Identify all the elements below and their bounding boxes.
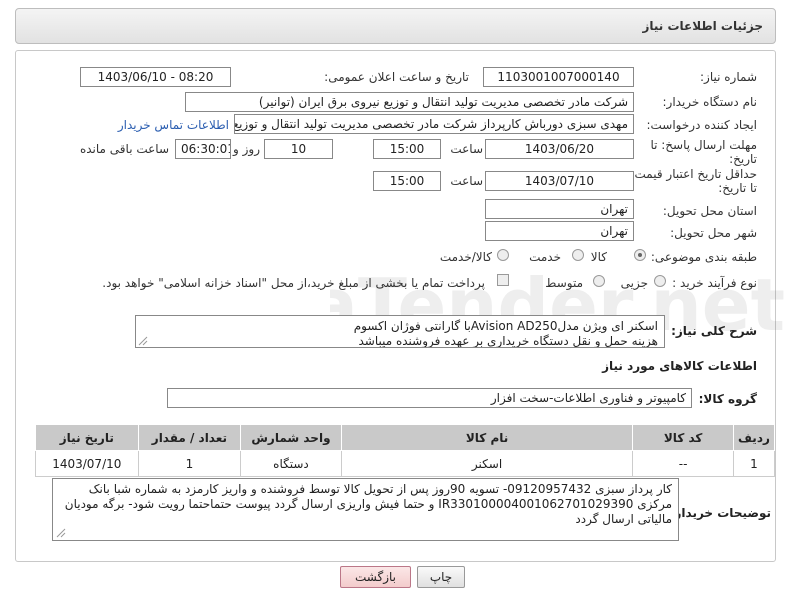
price-validity-label: حداقل تاریخ اعتبار قیمت: تا تاریخ: (630, 167, 757, 195)
goods-info-title: اطلاعات کالاهای مورد نیاز (602, 359, 757, 373)
category-radio-goods-service[interactable] (497, 249, 509, 261)
col-header-quantity: تعداد / مقدار (137, 424, 242, 451)
process-label: نوع فرآیند خرید : (672, 276, 757, 290)
col-header-row-number: ردیف (732, 424, 776, 451)
remaining-field[interactable]: 06:30:01 (175, 139, 231, 159)
col-header-code: کد کالا (632, 424, 734, 451)
need-number-label: شماره نیاز: (700, 70, 757, 84)
summary-label: شرح کلی نیاز: (671, 324, 757, 338)
need-number-field[interactable]: 1103001007000140 (483, 67, 634, 87)
category-option-service: خدمت (529, 250, 561, 264)
buyer-field[interactable]: شرکت مادر تخصصی مدیریت تولید انتقال و تو… (185, 92, 634, 112)
cell-name: اسکنر (340, 450, 634, 477)
city-field[interactable]: تهران (485, 221, 634, 241)
items-table: ردیف کد کالا نام کالا واحد شمارش تعداد /… (35, 424, 776, 477)
summary-textarea[interactable]: اسکنر ای ویژن مدلAvision AD250با گارانتی… (135, 315, 665, 348)
reply-time-field[interactable]: 15:00 (373, 139, 441, 159)
category-label: طبقه بندی موضوعی: (650, 250, 757, 264)
cell-code: -- (632, 450, 734, 477)
col-header-name: نام کالا (340, 424, 634, 451)
province-label: استان محل تحویل: (662, 204, 757, 218)
cell-date: 1403/07/10 (35, 450, 139, 477)
col-header-unit: واحد شمارش (240, 424, 342, 451)
notes-resize-handle-icon[interactable] (56, 528, 66, 538)
price-validity-date-field[interactable]: 1403/07/10 (485, 171, 634, 191)
resize-handle-icon[interactable] (138, 336, 148, 346)
days-label: روز و (233, 142, 260, 156)
announce-field[interactable]: 1403/06/10 - 08:20 (80, 67, 231, 87)
process-radio-medium[interactable] (593, 275, 605, 287)
process-option-minor: جزیی (620, 276, 648, 290)
goods-group-field[interactable]: کامپیوتر و فناوری اطلاعات-سخت افزار (167, 388, 692, 408)
treasury-checkbox[interactable] (497, 274, 509, 286)
buyer-notes-label: توضیحات خریدار: (669, 506, 771, 520)
treasury-note: پرداخت تمام یا بخشی از مبلغ خرید،از محل … (102, 276, 485, 290)
buyer-label: نام دستگاه خریدار: (662, 95, 758, 109)
process-radio-minor[interactable] (654, 275, 666, 287)
print-button[interactable]: چاپ (417, 566, 465, 588)
creator-label: ایجاد کننده درخواست: (646, 118, 757, 132)
category-radio-service[interactable] (572, 249, 584, 261)
days-field[interactable]: 10 (264, 139, 333, 159)
contact-info-link[interactable]: اطلاعات تماس خریدار (118, 118, 229, 132)
page-header: جزئیات اطلاعات نیاز (15, 8, 776, 44)
goods-group-label: گروه کالا: (698, 392, 757, 406)
table-row: 1 -- اسکنر دستگاه 1 1403/07/10 (35, 450, 776, 477)
col-header-date: تاریخ نیاز (35, 424, 139, 451)
category-option-goods: کالا (590, 250, 607, 264)
price-validity-time-label: ساعت (450, 174, 483, 188)
price-validity-time-field[interactable]: 15:00 (373, 171, 441, 191)
announce-label: تاریخ و ساعت اعلان عمومی: (324, 70, 469, 84)
cell-quantity: 1 (137, 450, 242, 477)
table-header-row: ردیف کد کالا نام کالا واحد شمارش تعداد /… (35, 424, 776, 451)
buyer-notes-textarea[interactable]: کار پرداز سبزی 09120957432- تسویه 90روز … (52, 478, 679, 541)
page-title: جزئیات اطلاعات نیاز (642, 19, 763, 33)
cell-row-number: 1 (732, 450, 776, 477)
reply-date-field[interactable]: 1403/06/20 (485, 139, 634, 159)
back-button[interactable]: بازگشت (340, 566, 411, 588)
reply-deadline-label: مهلت ارسال پاسخ: تا تاریخ: (650, 138, 757, 166)
cell-unit: دستگاه (240, 450, 342, 477)
summary-line-1: اسکنر ای ویژن مدلAvision AD250با گارانتی… (353, 319, 658, 333)
reply-time-label: ساعت (450, 142, 483, 156)
city-label: شهر محل تحویل: (670, 226, 757, 240)
category-radio-goods[interactable] (634, 249, 646, 261)
summary-line-2: هزینه حمل و نقل دستگاه خریداری بر عهده ف… (358, 334, 658, 348)
process-option-medium: متوسط (545, 276, 583, 290)
creator-field[interactable]: مهدی سبزی دورباش کارپرداز شرکت مادر تخصص… (234, 114, 634, 134)
category-option-goods-service: کالا/خدمت (439, 250, 492, 264)
province-field[interactable]: تهران (485, 199, 634, 219)
remaining-label: ساعت باقی مانده (79, 142, 169, 156)
